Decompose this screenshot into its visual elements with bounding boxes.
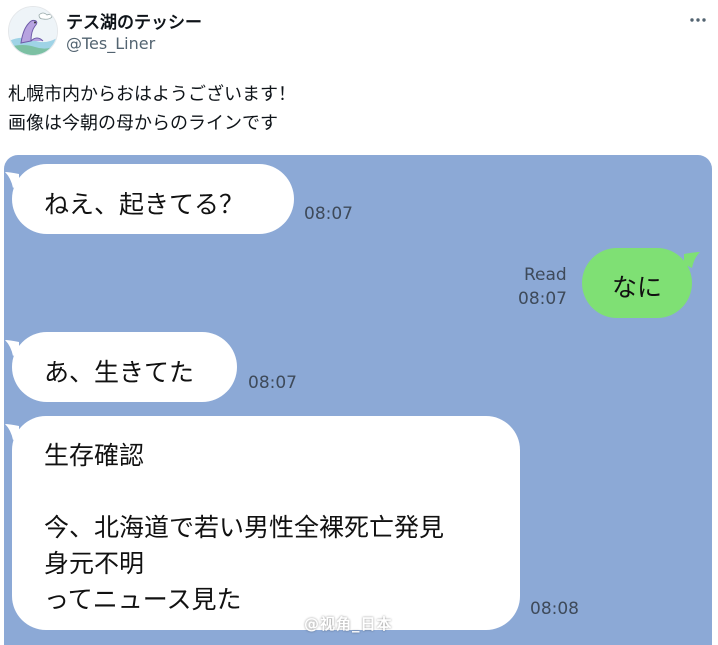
message-text: 生存確認 xyxy=(44,441,145,470)
bubble-tail-icon xyxy=(5,424,19,440)
message-text: あ、生きてた xyxy=(44,358,195,387)
message-text: 身元不明 xyxy=(44,549,145,578)
chat-bubble-incoming: 生存確認 今、北海道で若い男性全裸死亡発見 身元不明 ってニュース見た xyxy=(5,416,520,630)
message-text: ねえ、起きてる？ xyxy=(44,190,245,219)
message-time: 08:07 xyxy=(304,204,353,224)
tweet-line: 画像は今朝の母からのラインです xyxy=(8,113,278,134)
user-handle[interactable]: @Tes_Liner xyxy=(66,34,155,53)
tweet-line: 札幌市内からおはようございます！ xyxy=(8,84,296,105)
bubble-tail-icon xyxy=(5,340,19,356)
display-name[interactable]: テス湖のテッシー xyxy=(66,8,202,33)
message-time: 08:08 xyxy=(530,599,579,619)
tweet-text: 札幌市内からおはようございます！ 画像は今朝の母からのラインです xyxy=(8,80,296,138)
bubble-tail-icon xyxy=(684,252,700,268)
message-time: 08:07 xyxy=(518,289,567,309)
tweet-image[interactable]: ねえ、起きてる？ 08:07 Read 08:07 なに あ、生きてた 08:0… xyxy=(4,155,712,645)
chat-bubble-outgoing: なに xyxy=(582,248,700,318)
chat-bubble-incoming: あ、生きてた xyxy=(5,332,237,402)
message-text: なに xyxy=(612,273,663,302)
watermark: @视角_日本 xyxy=(304,615,393,633)
message-text: 今、北海道で若い男性全裸死亡発見 xyxy=(44,513,445,542)
message-time: 08:07 xyxy=(248,373,297,393)
avatar[interactable] xyxy=(8,6,58,56)
more-dots-icon xyxy=(690,18,706,22)
read-receipt: Read xyxy=(524,265,567,285)
more-options-button[interactable] xyxy=(688,10,708,30)
message-text: ってニュース見た xyxy=(44,585,242,614)
bubble-tail-icon xyxy=(5,172,19,188)
lake-monster-avatar-icon xyxy=(9,7,57,55)
chat-bubble-incoming: ねえ、起きてる？ xyxy=(5,164,294,234)
